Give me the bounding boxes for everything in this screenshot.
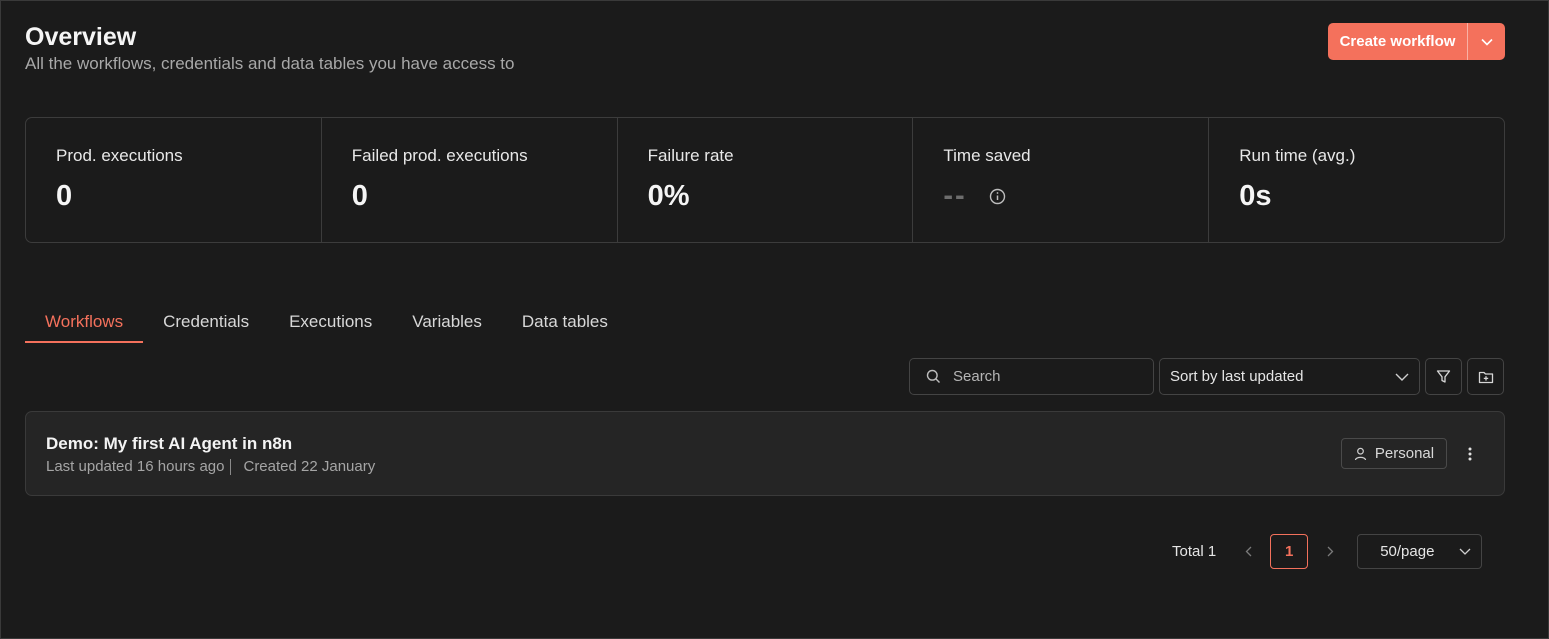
stat-label: Failed prod. executions	[351, 146, 528, 165]
stat-label: Run time (avg.)	[1239, 146, 1356, 165]
create-workflow-dropdown[interactable]	[1468, 23, 1505, 60]
tab-credentials[interactable]: Credentials	[143, 310, 269, 343]
filter-button[interactable]	[1425, 358, 1462, 395]
overview-page: Overview All the workflows, credentials …	[0, 0, 1549, 639]
workflow-card[interactable]: Demo: My first AI Agent in n8n Last upda…	[25, 411, 1505, 496]
chevron-down-icon	[1480, 38, 1493, 46]
stat-prod-executions[interactable]: Prod. executions 0	[26, 118, 322, 242]
create-workflow-button[interactable]: Create workflow	[1328, 23, 1505, 60]
list-toolbar: Sort by last updated	[909, 358, 1504, 395]
meta-divider	[230, 458, 232, 475]
sort-select[interactable]: Sort by last updated	[1159, 358, 1420, 395]
pagination: Total 1 1 50/page	[1172, 534, 1483, 569]
pagination-total: Total 1	[1172, 543, 1217, 560]
stat-value: 0	[351, 180, 368, 212]
workflow-last-updated: Last updated 16 hours ago	[46, 458, 225, 475]
stat-value: 0	[56, 180, 73, 212]
next-page-button[interactable]	[1320, 546, 1340, 557]
workflow-name[interactable]: Demo: My first AI Agent in n8n	[46, 434, 292, 454]
stat-label: Time saved	[943, 146, 1031, 165]
folder-plus-icon	[1478, 371, 1493, 383]
chevron-down-icon	[1459, 548, 1471, 555]
stat-value: 0s	[1239, 180, 1272, 212]
stat-label: Failure rate	[647, 146, 734, 165]
stat-run-time[interactable]: Run time (avg.) 0s	[1209, 118, 1504, 242]
owner-badge[interactable]: Personal	[1341, 438, 1447, 469]
search-box[interactable]	[909, 358, 1154, 395]
filter-icon	[1436, 370, 1451, 383]
page-size-value: 50/page	[1380, 543, 1435, 560]
stat-time-saved[interactable]: Time saved --	[913, 118, 1210, 242]
stats-panel: Prod. executions 0 Failed prod. executio…	[25, 117, 1505, 243]
stat-value: --	[943, 180, 967, 212]
stat-value: 0%	[647, 180, 690, 212]
chevron-down-icon	[1395, 373, 1409, 381]
search-icon	[926, 369, 940, 383]
create-workflow-label[interactable]: Create workflow	[1328, 23, 1467, 60]
tab-variables[interactable]: Variables	[392, 310, 502, 343]
stat-value-row: --	[943, 180, 1208, 213]
stat-failed-prod-executions[interactable]: Failed prod. executions 0	[322, 118, 618, 242]
sort-select-value: Sort by last updated	[1170, 368, 1304, 385]
stat-failure-rate[interactable]: Failure rate 0%	[618, 118, 914, 242]
page-number-button[interactable]: 1	[1270, 534, 1309, 569]
tab-workflows[interactable]: Workflows	[25, 310, 144, 343]
workflow-meta: Last updated 16 hours ago Created 22 Jan…	[46, 458, 375, 475]
page-size-select[interactable]: 50/page	[1357, 534, 1483, 569]
page-subtitle: All the workflows, credentials and data …	[25, 54, 515, 73]
search-input[interactable]	[953, 368, 1133, 385]
resource-tabs: Workflows Credentials Executions Variabl…	[25, 310, 628, 343]
tab-executions[interactable]: Executions	[269, 310, 392, 343]
chevron-right-icon	[1327, 546, 1334, 557]
tab-data-tables[interactable]: Data tables	[502, 310, 628, 343]
page-title: Overview	[25, 23, 137, 51]
user-icon	[1354, 447, 1366, 460]
chevron-left-icon	[1245, 546, 1252, 557]
owner-badge-label: Personal	[1374, 445, 1435, 462]
page-header: Overview All the workflows, credentials …	[25, 23, 515, 74]
more-vertical-icon	[1468, 447, 1472, 461]
workflow-created: Created 22 January	[243, 458, 376, 475]
workflow-actions-button[interactable]	[1460, 442, 1480, 466]
info-icon[interactable]	[989, 188, 1006, 205]
stat-label: Prod. executions	[56, 146, 183, 165]
new-folder-button[interactable]	[1467, 358, 1504, 395]
prev-page-button[interactable]	[1238, 546, 1258, 557]
